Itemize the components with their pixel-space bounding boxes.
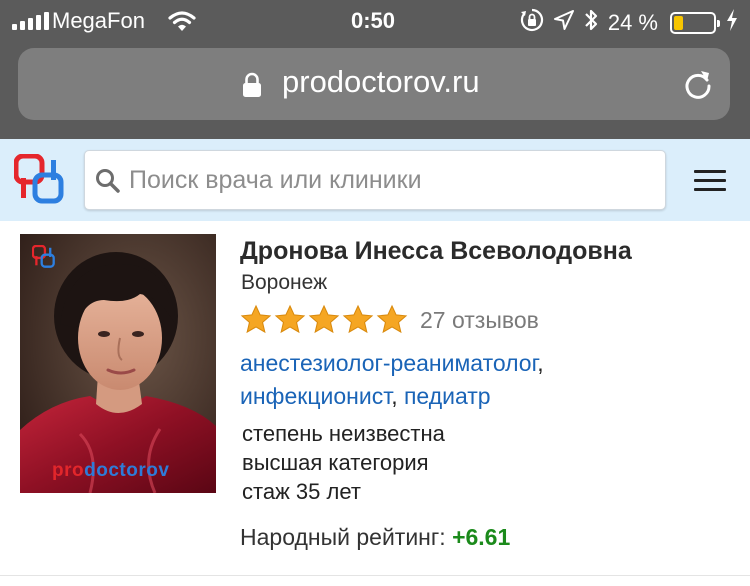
lock-icon [242, 72, 262, 103]
doctor-name[interactable]: Дронова Инесса Всеволодовна [240, 237, 632, 266]
card-divider [0, 575, 750, 576]
url-text[interactable]: prodoctorov.ru [282, 64, 480, 100]
specialties: анестезиолог-реаниматолог, инфекционист,… [240, 347, 640, 413]
battery-percent: 24 % [607, 10, 658, 35]
status-bar: MegaFon 0:50 24 % [0, 0, 750, 42]
search-input[interactable] [129, 159, 649, 201]
doctor-photo[interactable]: prodoctorov [20, 234, 216, 493]
doctor-city: Воронеж [241, 271, 328, 294]
wifi-icon [168, 10, 196, 38]
star-rating[interactable] [240, 304, 408, 336]
star-icon [274, 304, 306, 334]
specialty-link[interactable]: анестезиолог-реаниматолог [240, 350, 537, 376]
carrier-name: MegaFon [52, 8, 145, 33]
search-box[interactable] [84, 150, 666, 210]
specialty-link[interactable]: инфекционист [240, 383, 391, 409]
status-time: 0:50 [351, 8, 396, 33]
category-text: высшая категория [242, 450, 429, 475]
charging-icon [726, 9, 738, 37]
degree-text: степень неизвестна [242, 421, 445, 446]
specialty-link[interactable]: педиатр [404, 383, 491, 409]
browser-chrome: MegaFon 0:50 24 % prodoctorov.ru [0, 0, 750, 139]
doctor-facts: степень неизвестна высшая категория стаж… [242, 419, 445, 506]
photo-watermark: prodoctorov [52, 460, 170, 481]
orientation-lock-icon [520, 8, 544, 38]
rating-label: Народный рейтинг: [240, 524, 446, 550]
experience-text: стаж 35 лет [242, 479, 361, 504]
prodoctorov-logo[interactable] [13, 153, 66, 211]
address-bar[interactable]: prodoctorov.ru [18, 48, 730, 120]
search-icon [95, 168, 121, 199]
star-icon [376, 304, 408, 334]
star-icon [240, 304, 272, 334]
specialty-separator: , [391, 383, 398, 409]
star-icon [308, 304, 340, 334]
photo-logo-icon [31, 244, 56, 274]
hamburger-menu-icon[interactable] [694, 170, 726, 197]
signal-icon [12, 12, 49, 30]
bluetooth-icon [584, 8, 598, 38]
reload-icon[interactable] [682, 68, 714, 105]
site-header [0, 139, 750, 221]
rating-value: +6.61 [452, 524, 511, 550]
battery-icon [670, 12, 720, 34]
star-icon [342, 304, 374, 334]
specialty-separator: , [537, 350, 544, 376]
location-arrow-icon [553, 10, 574, 36]
people-rating: Народный рейтинг: +6.61 [240, 524, 510, 551]
doctor-card[interactable]: prodoctorov Дронова Инесса Всеволодовна … [0, 221, 750, 586]
reviews-count[interactable]: 27 отзывов [420, 307, 539, 334]
status-right-group: 24 % [520, 8, 738, 38]
